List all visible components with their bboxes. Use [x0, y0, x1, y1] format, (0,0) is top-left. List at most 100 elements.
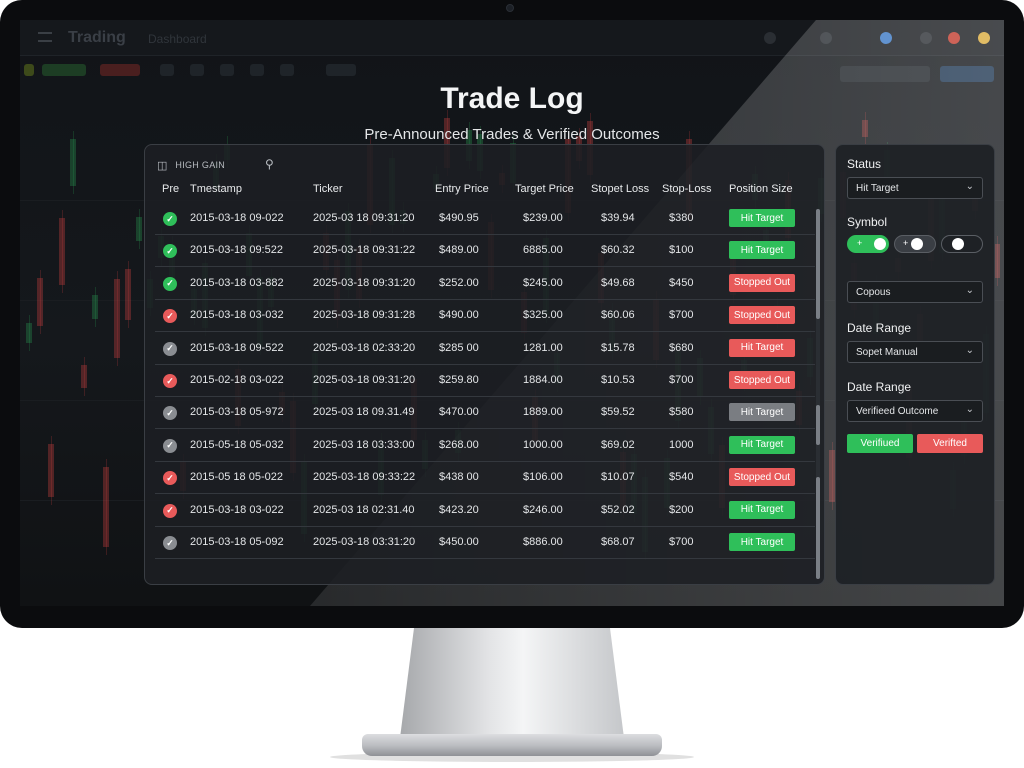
status-select-value: Hit Target [856, 183, 899, 194]
table-row[interactable]: ✓ 2015-03-18 09:522 2025-03-18 09:31:22 $48… [155, 235, 815, 268]
verified-button[interactable]: Verifiued [847, 434, 913, 453]
ticker-cell: 2025-03 18 03:33:00 [313, 438, 415, 451]
outcome-badge: Stopped Out [729, 468, 795, 487]
target-price-cell: 1884.00 [523, 374, 563, 386]
symbol-toggle-3[interactable] [941, 235, 983, 253]
column-header-stop-loss-2[interactable]: Stop-Loss [662, 183, 712, 195]
bg-chip [250, 64, 264, 76]
toggle-knob [874, 238, 886, 250]
ticker-cell: 2025-03 18 09:31:20 [313, 212, 415, 224]
entry-price-cell: $450.00 [439, 536, 479, 548]
entry-price-cell: $490.00 [439, 309, 479, 322]
symbol-toggle-1[interactable]: + [847, 235, 889, 253]
webcam [506, 4, 514, 12]
bg-avatar-icon [978, 32, 990, 44]
chevron-down-icon: ⌄ [965, 285, 974, 296]
date-range-label-2: Date Range [847, 380, 912, 394]
column-header-position-size[interactable]: Position Size [729, 183, 793, 195]
column-header-stop-loss-1[interactable]: Stopet Loss [591, 183, 649, 195]
monitor-stand-base [362, 734, 662, 756]
date-range-select-2[interactable]: Verifieed Outcome ⌄ [847, 400, 983, 422]
stop-loss-2-cell: $580 [669, 406, 694, 419]
candle-wick [62, 210, 63, 293]
stop-loss-2-cell: $700 [669, 536, 694, 548]
scrollbar-thumb[interactable] [816, 477, 820, 579]
column-header-timestamp[interactable]: Tmestamp [190, 183, 242, 195]
stop-loss-1-cell: $59.52 [601, 406, 635, 419]
table-row[interactable]: ✓ 2015-03-18 09-522 2025-03-18 02:33:20 $28… [155, 333, 815, 365]
target-price-cell: $106.00 [523, 471, 563, 484]
bg-chip [24, 64, 34, 76]
ticker-cell: 2025-03 18 02:31.40 [313, 503, 415, 516]
bg-settings-icon [920, 32, 932, 44]
monitor-stand-neck [400, 628, 624, 738]
outcome-badge: Stopped Out [729, 371, 795, 389]
toggle-knob [911, 238, 923, 250]
scrollbar-thumb[interactable] [816, 405, 820, 445]
stop-loss-1-cell: $10.07 [601, 471, 635, 484]
date-range-select-1-value: Sopet Manual [856, 347, 918, 358]
ticker-cell: 2025-03-18 09:31:28 [313, 309, 416, 322]
timestamp-cell: 2015-03-18 03-882 [190, 276, 284, 289]
stop-loss-2-cell: $700 [669, 309, 694, 322]
timestamp-cell: 2015-03-18 05-092 [190, 536, 284, 548]
column-header-ticker[interactable]: Ticker [313, 183, 343, 195]
page-title: Trade Log [440, 82, 584, 115]
candle-wick [106, 458, 107, 555]
table-row[interactable]: ✓ 2015-03-18 05-092 2025-03-18 03:31:20 $45… [155, 527, 815, 559]
bg-chip [940, 66, 994, 82]
outcome-badge: Hit Target [729, 435, 795, 454]
column-header-pre[interactable]: Pre [162, 183, 179, 195]
candle-wick [84, 357, 85, 397]
bg-chip [100, 64, 140, 76]
timestamp-cell: 2015-02-18 03-022 [190, 374, 284, 386]
ticker-cell: 2025-03-18 09:31:22 [313, 244, 416, 257]
outcome-badge: Hit Target [729, 403, 795, 422]
symbol-select-value: Copous [856, 287, 891, 298]
columns-icon[interactable]: ◫ [157, 159, 167, 172]
table-scrollbar[interactable] [816, 209, 820, 579]
symbol-select[interactable]: Copous ⌄ [847, 281, 983, 303]
entry-price-cell: $252.00 [439, 276, 479, 289]
verifed-button[interactable]: Verifted [917, 434, 983, 453]
chevron-down-icon: ⌄ [965, 404, 974, 415]
stop-loss-1-cell: $52.02 [601, 503, 635, 516]
date-range-select-1[interactable]: Sopet Manual ⌄ [847, 341, 983, 363]
stop-loss-1-cell: $10.53 [601, 374, 635, 386]
stop-loss-2-cell: $450 [669, 276, 694, 289]
target-price-cell: 6885.00 [523, 244, 563, 257]
trade-log-table: ◫ HIGH GAIN ⚲ Pre Tmestamp Ticker Entry … [144, 144, 825, 585]
status-check-icon: ✓ [163, 341, 177, 356]
bg-chip [840, 66, 930, 82]
table-row[interactable]: ✓ 2015-03-18 03-882 2025-03-18 09:31:20 $25… [155, 268, 815, 300]
outcome-badge: Hit Target [729, 209, 795, 227]
column-header-entry-price[interactable]: Entry Price [435, 183, 489, 195]
stop-loss-2-cell: $380 [669, 212, 694, 224]
table-row[interactable]: ✓ 2015-05 18 05-022 2025-03-18 09:33:22 $43… [155, 462, 815, 495]
symbol-toggle-2[interactable]: + [894, 235, 936, 253]
column-header-target-price[interactable]: Target Price [515, 183, 574, 195]
table-row[interactable]: ✓ 2015-03-18 09-022 2025-03 18 09:31:20 $49… [155, 203, 815, 235]
stop-loss-2-cell: $700 [669, 374, 694, 386]
entry-price-cell: $423.20 [439, 503, 479, 516]
stop-loss-1-cell: $39.94 [601, 212, 635, 224]
table-row[interactable]: ✓ 2015-03-18 03-022 2025-03 18 02:31.40 $42… [155, 495, 815, 527]
outcome-badge: Hit Target [729, 500, 795, 519]
table-row[interactable]: ✓ 2015-02-18 03-022 2025-03-18 09:31:20 $25… [155, 365, 815, 397]
status-check-icon: ✓ [163, 244, 177, 259]
status-check-icon: ✓ [163, 536, 177, 550]
ticker-cell: 2025-03-18 02:33:20 [313, 341, 416, 354]
table-row[interactable]: ✓ 2015-03-18 05-972 2025-03 18 09.31.49 $47… [155, 397, 815, 430]
table-row[interactable]: ✓ 2015-03-18 03-032 2025-03-18 09:31:28 $49… [155, 300, 815, 333]
toggle-knob [952, 238, 964, 250]
bg-chip [220, 64, 234, 76]
status-check-icon: ✓ [163, 406, 177, 421]
target-price-cell: $325.00 [523, 309, 563, 322]
stop-loss-1-cell: $60.06 [601, 309, 635, 322]
entry-price-cell: $268.00 [439, 438, 479, 451]
status-select[interactable]: Hit Target ⌄ [847, 177, 983, 199]
filter-icon[interactable]: ⚲ [265, 157, 274, 171]
scrollbar-thumb[interactable] [816, 209, 820, 319]
table-row[interactable]: ✓ 2015-05-18 05-032 2025-03 18 03:33:00 $26… [155, 430, 815, 462]
toggle-mark: + [903, 238, 909, 248]
